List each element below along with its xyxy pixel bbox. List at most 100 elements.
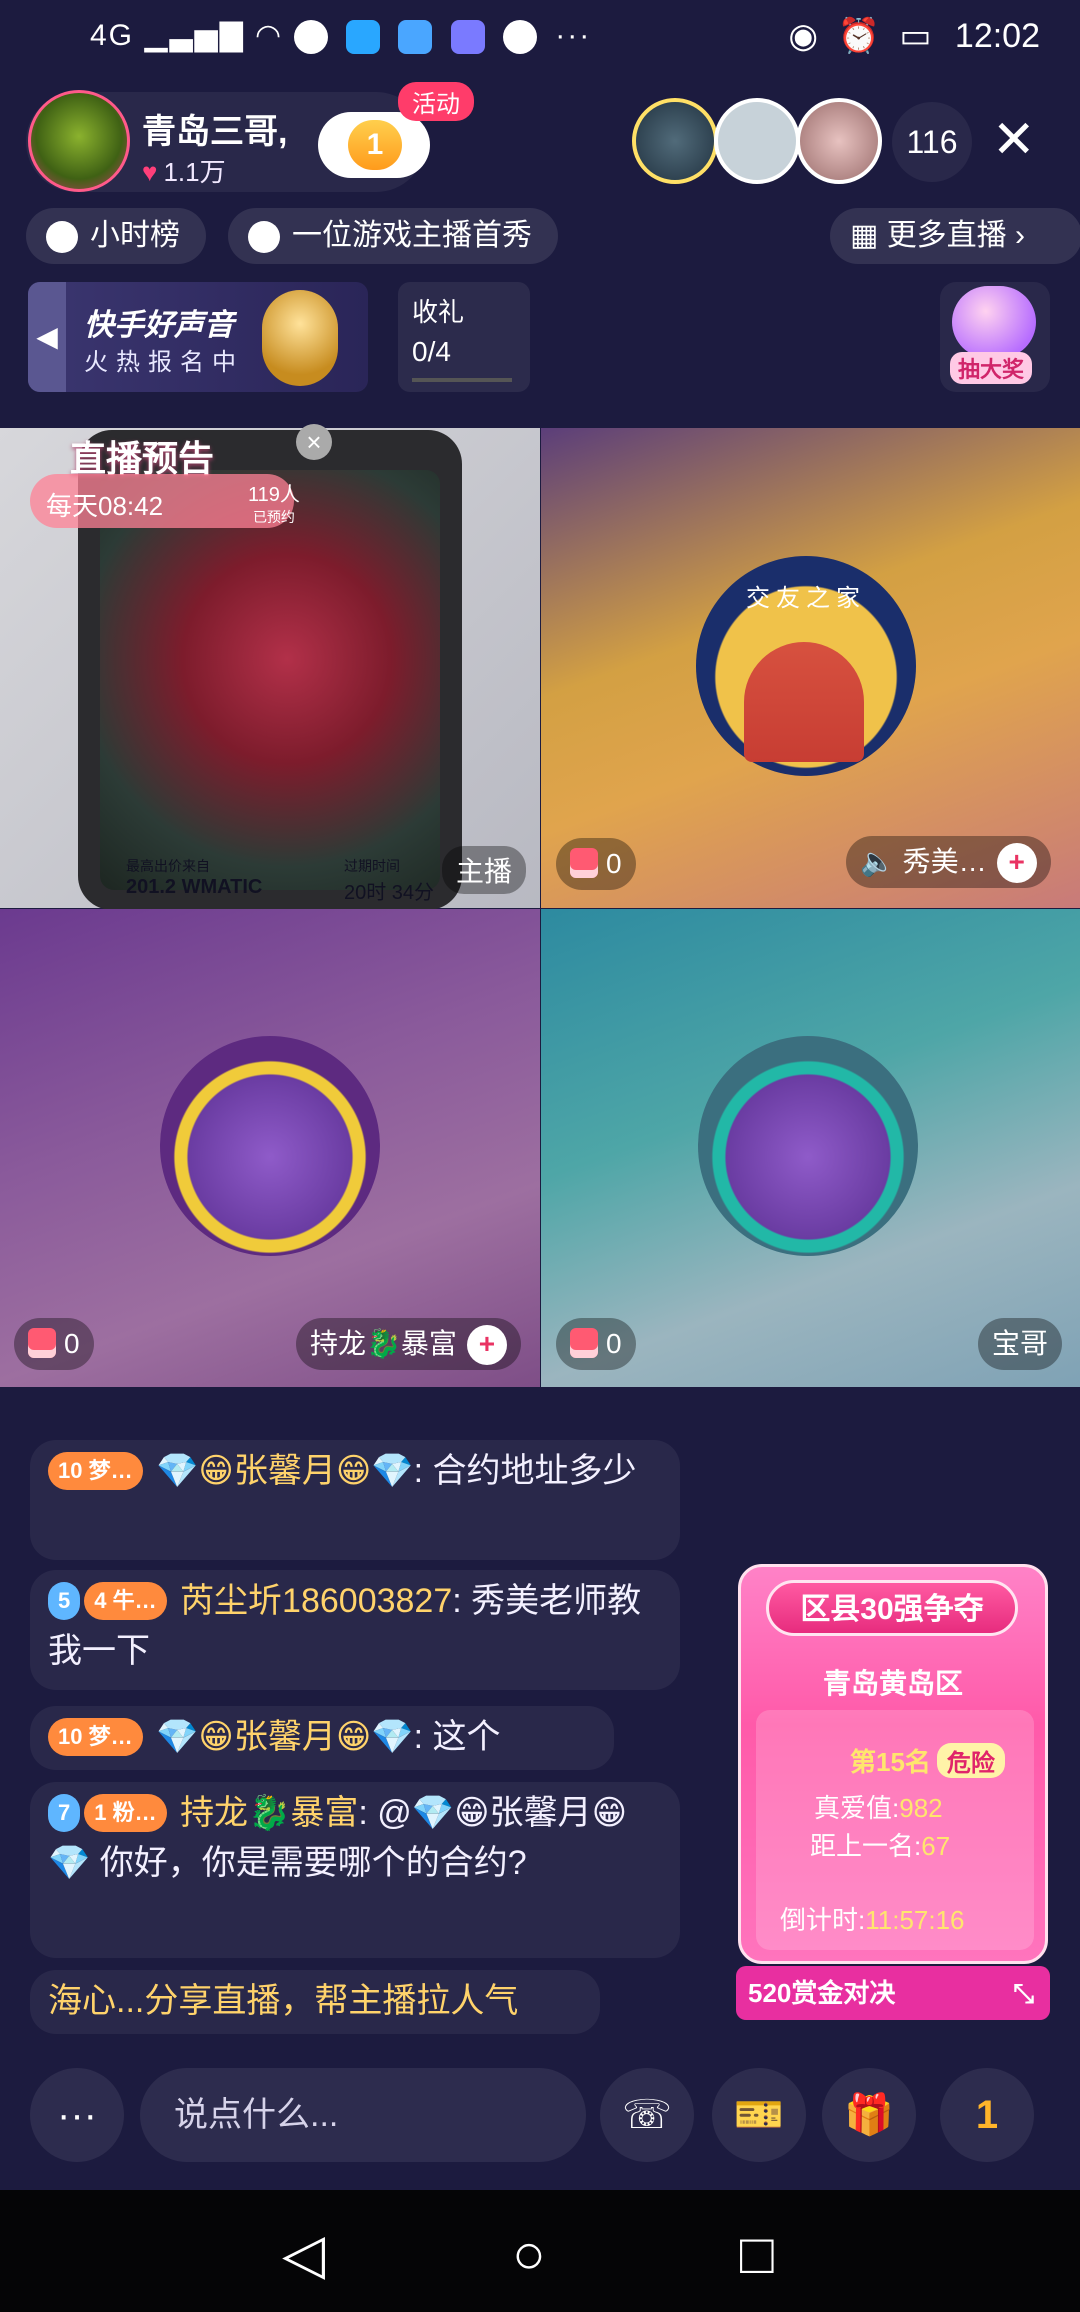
mute-icon: 🔈 (860, 846, 903, 877)
gift-icon: 🎁 (844, 2093, 894, 2137)
browser-app-icon (398, 20, 433, 55)
follow-plus-icon[interactable]: + (996, 843, 1037, 883)
user-badge: 7 (48, 1794, 81, 1832)
guest1-logo-text: 交友之家 (746, 585, 866, 612)
popularity-ticket-button[interactable]: 🎫 (712, 2068, 806, 2162)
status-left: 4G ▁▃▅▇ ◠ ··· (90, 18, 592, 55)
anchor-avatar[interactable] (28, 90, 130, 192)
hour-rank-chip[interactable]: 小时榜 (26, 208, 206, 264)
flame-icon (248, 221, 280, 254)
gift-icon (570, 1328, 598, 1358)
app-notification-icon (293, 20, 328, 55)
back-icon[interactable]: ◁ (282, 2226, 325, 2282)
guest1-photo (744, 642, 864, 762)
guest3-name: 宝哥 (992, 1328, 1049, 1359)
rank-place-value: 第15名 (850, 1747, 931, 1777)
close-icon[interactable]: × (296, 424, 332, 460)
comment-input[interactable]: 说点什么... (140, 2068, 586, 2162)
bounty-label: 520赏金对决 (748, 1978, 896, 2008)
activity-tag[interactable]: 活动 (398, 82, 474, 121)
chat-text: : 合约地址多少 (413, 1452, 637, 1490)
danger-badge: 危险 (936, 1743, 1005, 1778)
user-badge: 10 梦… (48, 1718, 143, 1756)
chat-message[interactable]: 10 梦… 💎😁张馨月😁💎: 这个 (30, 1706, 614, 1770)
guest1-gift-count[interactable]: 0 (556, 838, 636, 890)
game-first-label: 一位游戏主播首秀 (292, 219, 532, 252)
follow-plus-icon[interactable]: + (466, 1325, 507, 1365)
fan-club-heart-icon: 1 (348, 120, 402, 170)
guest3-name-pill[interactable]: 宝哥 (978, 1318, 1063, 1370)
chat-user[interactable]: 持龙🐉暴富 (180, 1794, 358, 1832)
likes-count: 1.1万 (163, 157, 226, 187)
rank-card-title: 区县30强争夺 (766, 1580, 1018, 1636)
wifi-icon: ◠ (255, 19, 284, 52)
guest3-gift-count[interactable]: 0 (556, 1318, 636, 1370)
live-preview-time: 每天08:42 (46, 491, 164, 521)
home-icon[interactable]: ○ (512, 2226, 546, 2282)
dragon-nft-artwork (100, 470, 440, 890)
nft-price: 最高出价来自 201.2 WMATIC (126, 856, 262, 899)
guest1-name-pill[interactable]: 🔈 秀美… + (846, 836, 1051, 888)
nft-expiry: 过期时间 20时 34分 (344, 856, 434, 905)
banner-subtitle: 火热报名中 (84, 349, 244, 376)
call-button[interactable]: ☏ (600, 2068, 694, 2162)
chat-message[interactable]: 54 牛… 芮尘圻186003827: 秀美老师教我一下 (30, 1570, 680, 1690)
collapse-icon[interactable]: ⤡ (1013, 1966, 1034, 2020)
guest3-avatar[interactable] (698, 1036, 918, 1256)
music-app-icon (450, 20, 485, 55)
chevron-right-icon: › (1006, 219, 1026, 252)
guest2-gift-value: 0 (64, 1328, 80, 1359)
gap-value-line: 距上一名:67 (810, 1826, 950, 1863)
host-tag: 主播 (442, 846, 527, 894)
more-notifications-icon: ··· (555, 19, 592, 52)
chat-user[interactable]: 💎😁张馨月😁💎 (156, 1452, 414, 1490)
guest2-name: 持龙🐉暴富 (310, 1328, 457, 1359)
more-options-button[interactable]: ··· (30, 2068, 124, 2162)
viewer-avatar[interactable] (796, 98, 882, 184)
lottery-ball-icon (952, 286, 1036, 358)
chat-user[interactable]: 💎😁张馨月😁💎 (156, 1718, 414, 1756)
gift-task-progress: 0/4 (412, 336, 451, 367)
banner-title: 快手好声音 (84, 309, 234, 342)
chat-message[interactable]: 10 梦… 💎😁张馨月😁💎: 合约地址多少 (30, 1440, 680, 1560)
heart-icon: ♥ (142, 157, 158, 187)
user-badge: 5 (48, 1582, 81, 1620)
chat-text: : 这个 (413, 1718, 501, 1756)
fan-club-bottom-button[interactable]: 1 (940, 2068, 1034, 2162)
close-icon[interactable]: ✕ (992, 108, 1036, 172)
chat-system-message: 海心...分享直播，帮主播拉人气 (30, 1970, 600, 2034)
viewer-avatar[interactable] (714, 98, 800, 184)
rank-card-area: 青岛黄岛区 (822, 1668, 963, 1699)
microphone-icon (262, 290, 338, 386)
guest1-name: 秀美… (902, 846, 987, 877)
time-label: 过期时间 (344, 858, 400, 874)
chat-user[interactable]: 芮尘圻186003827 (180, 1582, 452, 1620)
clock-icon (46, 221, 78, 254)
guest2-gift-count[interactable]: 0 (14, 1318, 94, 1370)
bounty-duel-button[interactable]: 520赏金对决 ⤡ (736, 1966, 1050, 2020)
chevron-left-icon[interactable]: ◀ (28, 282, 66, 392)
price-value: 201.2 WMATIC (126, 876, 263, 898)
network-label: 4G (90, 19, 135, 52)
chat-message[interactable]: 71 粉… 持龙🐉暴富: @💎😁张馨月😁💎 你好，你是需要哪个的合约? (30, 1782, 680, 1958)
viewer-avatar[interactable] (632, 98, 718, 184)
guest1-gift-value: 0 (606, 848, 622, 879)
anchor-likes: ♥ 1.1万 (142, 152, 226, 189)
guest1-avatar[interactable]: 交友之家 (696, 556, 916, 776)
gap-label: 距上一名: (810, 1831, 922, 1861)
search-app-icon (345, 20, 380, 55)
game-first-chip[interactable]: 一位游戏主播首秀 (228, 208, 558, 264)
guest3-gift-value: 0 (606, 1328, 622, 1359)
more-live-chip[interactable]: ▦ 更多直播 › (830, 208, 1080, 264)
gift-icon (28, 1328, 56, 1358)
clock: 12:02 (954, 17, 1040, 55)
alarm-icon: ⏰ (837, 17, 880, 55)
grid-icon: ▦ (850, 219, 887, 252)
recents-icon[interactable]: □ (740, 2226, 774, 2282)
guest2-avatar[interactable] (160, 1036, 380, 1256)
time-value: 20时 34分 (344, 882, 435, 904)
guest2-name-pill[interactable]: 持龙🐉暴富 + (296, 1318, 521, 1370)
more-live-label: 更多直播 (886, 219, 1007, 252)
viewer-count[interactable]: 116 (892, 102, 972, 182)
gift-button[interactable]: 🎁 (822, 2068, 916, 2162)
